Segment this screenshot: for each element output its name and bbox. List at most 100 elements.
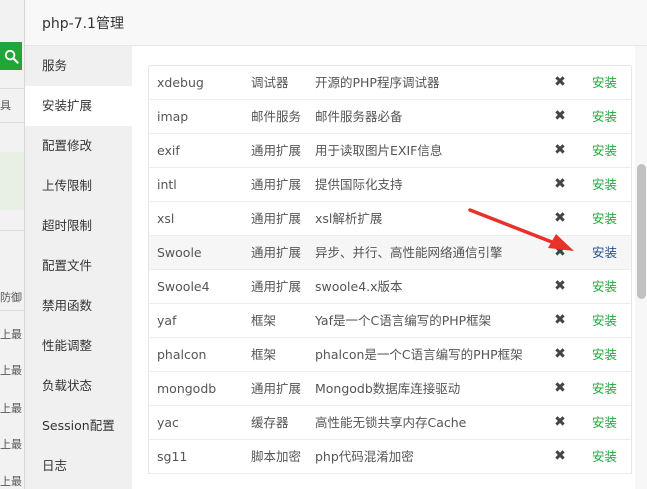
extension-description: swoole4.x版本 (315, 279, 403, 294)
not-installed-icon: ✖ (554, 278, 566, 294)
not-installed-icon: ✖ (554, 312, 566, 328)
table-row: intl 通用扩展 提供国际化支持 ✖ 安装 (149, 168, 631, 202)
extension-type: 通用扩展 (251, 177, 302, 192)
sidebar-item-disabled-functions[interactable]: 禁用函数 (25, 286, 132, 326)
extension-type: 通用扩展 (251, 245, 302, 260)
table-row: Swoole 通用扩展 异步、并行、高性能网络通信引擎 ✖ 安装 (149, 236, 631, 270)
extension-type: 通用扩展 (251, 381, 302, 396)
scrollbar[interactable] (635, 46, 647, 489)
background-fragment: 上最 (0, 438, 22, 451)
sidebar-item-upload-limit[interactable]: 上传限制 (25, 166, 132, 206)
install-button[interactable]: 安装 (592, 66, 617, 100)
extension-type: 框架 (251, 347, 277, 362)
extension-name: imap (157, 109, 189, 124)
sidebar-item-config-file[interactable]: 配置文件 (25, 246, 132, 286)
table-row: xsl 通用扩展 xsl解析扩展 ✖ 安装 (149, 202, 631, 236)
not-installed-icon: ✖ (554, 380, 566, 396)
extension-type: 框架 (251, 313, 277, 328)
extension-description: php代码混淆加密 (315, 449, 414, 464)
search-icon (4, 49, 19, 64)
extension-name: Swoole4 (157, 279, 210, 294)
install-button[interactable]: 安装 (592, 440, 617, 474)
dialog-header: php-7.1管理 (25, 0, 647, 46)
install-button[interactable]: 安装 (592, 202, 617, 236)
extension-description: 开源的PHP程序调试器 (315, 75, 440, 90)
php-manager-dialog: php-7.1管理 服务 安装扩展 配置修改 上传限制 超时限制 配置文件 禁用… (25, 0, 647, 489)
settings-sidebar: 服务 安装扩展 配置修改 上传限制 超时限制 配置文件 禁用函数 性能调整 负载… (25, 46, 132, 489)
table-row: Swoole4 通用扩展 swoole4.x版本 ✖ 安装 (149, 270, 631, 304)
extension-name: mongodb (157, 381, 217, 396)
sidebar-item-logs[interactable]: 日志 (25, 446, 132, 486)
background-fragment: 具 (0, 99, 11, 112)
extension-name: exif (157, 143, 180, 158)
sidebar-item-session-config[interactable]: Session配置 (25, 406, 132, 446)
extension-description: 异步、并行、高性能网络通信引擎 (315, 245, 503, 260)
extension-type: 通用扩展 (251, 211, 302, 226)
install-button[interactable]: 安装 (592, 168, 617, 202)
extensions-panel: xdebug 调试器 开源的PHP程序调试器 ✖ 安装 imap 邮件服务 邮件服务器必备 ✖ 安… (132, 46, 647, 489)
sidebar-item-timeout-limit[interactable]: 超时限制 (25, 206, 132, 246)
extension-description: phalcon是一个C语言编写的PHP框架 (315, 347, 523, 362)
extension-name: xsl (157, 211, 175, 226)
background-fragment: 上最 (0, 364, 22, 377)
not-installed-icon: ✖ (554, 210, 566, 226)
background-panel: 具 防御 上最 上最 上最 上最 上最 (0, 0, 25, 489)
extension-name: sg11 (157, 449, 188, 464)
background-fragment: 上最 (0, 328, 22, 341)
install-button[interactable]: 安装 (592, 338, 617, 372)
extension-type: 邮件服务 (251, 109, 302, 124)
extension-name: yaf (157, 313, 177, 328)
table-row: imap 邮件服务 邮件服务器必备 ✖ 安装 (149, 100, 631, 134)
extension-name: phalcon (157, 347, 207, 362)
extension-description: xsl解析扩展 (315, 211, 383, 226)
sidebar-item-load-status[interactable]: 负载状态 (25, 366, 132, 406)
extensions-table: xdebug 调试器 开源的PHP程序调试器 ✖ 安装 imap 邮件服务 邮件服务器必备 ✖ 安… (148, 65, 632, 474)
install-button[interactable]: 安装 (592, 270, 617, 304)
dialog-title: php-7.1管理 (42, 16, 124, 32)
background-fragment: 防御 (0, 291, 22, 304)
extension-type: 脚本加密 (251, 449, 302, 464)
extension-description: Mongodb数据库连接驱动 (315, 381, 461, 396)
table-row: xdebug 调试器 开源的PHP程序调试器 ✖ 安装 (149, 66, 631, 100)
not-installed-icon: ✖ (554, 346, 566, 362)
extension-type: 通用扩展 (251, 279, 302, 294)
table-row: mongodb 通用扩展 Mongodb数据库连接驱动 ✖ 安装 (149, 372, 631, 406)
background-fragment: 上最 (0, 475, 22, 488)
install-button[interactable]: 安装 (592, 100, 617, 134)
extension-name: yac (157, 415, 179, 430)
table-row: exif 通用扩展 用于读取图片EXIF信息 ✖ 安装 (149, 134, 631, 168)
extension-type: 通用扩展 (251, 143, 302, 158)
extension-name: Swoole (157, 245, 202, 260)
not-installed-icon: ✖ (554, 414, 566, 430)
not-installed-icon: ✖ (554, 176, 566, 192)
install-button[interactable]: 安装 (592, 134, 617, 168)
scrollbar-thumb[interactable] (637, 164, 646, 299)
sidebar-item-service[interactable]: 服务 (25, 46, 132, 86)
background-fragment: 上最 (0, 402, 22, 415)
extension-description: 提供国际化支持 (315, 177, 403, 192)
table-row: yaf 框架 Yaf是一个C语言编写的PHP框架 ✖ 安装 (149, 304, 631, 338)
install-button[interactable]: 安装 (592, 304, 617, 338)
extension-type: 缓存器 (251, 415, 289, 430)
sidebar-item-install-extensions[interactable]: 安装扩展 (25, 86, 132, 126)
install-button[interactable]: 安装 (592, 372, 617, 406)
table-row: yac 缓存器 高性能无锁共享内存Cache ✖ 安装 (149, 406, 631, 440)
not-installed-icon: ✖ (554, 142, 566, 158)
extension-type: 调试器 (251, 75, 289, 90)
extension-description: 用于读取图片EXIF信息 (315, 143, 443, 158)
extension-description: 高性能无锁共享内存Cache (315, 415, 467, 430)
table-row: phalcon 框架 phalcon是一个C语言编写的PHP框架 ✖ 安装 (149, 338, 631, 372)
search-button[interactable] (0, 42, 22, 70)
sidebar-item-performance[interactable]: 性能调整 (25, 326, 132, 366)
extension-name: intl (157, 177, 177, 192)
table-row: sg11 脚本加密 php代码混淆加密 ✖ 安装 (149, 440, 631, 474)
not-installed-icon: ✖ (554, 244, 566, 260)
extension-description: Yaf是一个C语言编写的PHP框架 (315, 313, 492, 328)
install-button[interactable]: 安装 (592, 236, 617, 270)
sidebar-item-config-edit[interactable]: 配置修改 (25, 126, 132, 166)
not-installed-icon: ✖ (554, 74, 566, 90)
not-installed-icon: ✖ (554, 108, 566, 124)
extension-description: 邮件服务器必备 (315, 109, 403, 124)
not-installed-icon: ✖ (554, 448, 566, 464)
install-button[interactable]: 安装 (592, 406, 617, 440)
